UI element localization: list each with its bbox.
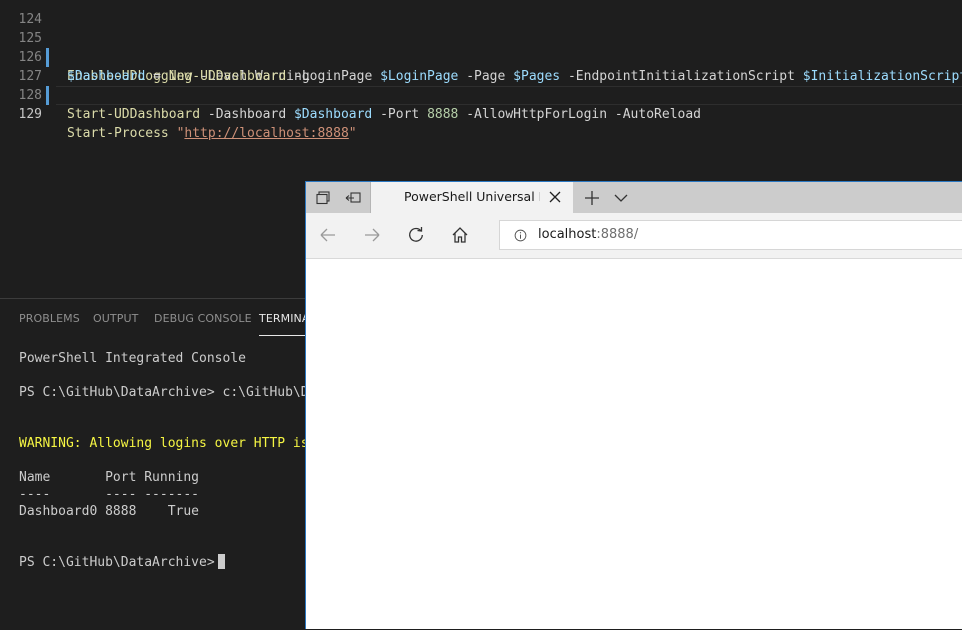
code-token: " [168,126,185,141]
code-token: Start-UDDashboard [67,107,201,122]
code-token: " [348,126,357,141]
new-tab-icon[interactable] [579,186,605,210]
tab-terminal[interactable]: TERMINA [259,312,310,325]
tab-debug-console[interactable]: DEBUG CONSOLE [154,312,252,325]
refresh-icon [409,227,423,242]
terminal-prompt: PS C:\GitHub\DataArchive> [19,555,215,570]
info-icon[interactable] [514,229,527,242]
tab-problems[interactable]: PROBLEMS [19,312,80,325]
terminal-title: PowerShell Integrated Console [19,351,246,366]
address-bar[interactable]: localhost:8888/ [499,220,962,250]
set-tabs-aside-button[interactable] [340,186,366,210]
terminal-cursor [217,554,225,569]
back-button[interactable] [316,223,340,247]
code-text: Start-UDDashboard -Dashboard $Dashboard … [67,105,701,124]
arrow-left-icon [320,228,335,242]
active-tab-indicator [259,335,309,336]
browser-tab-title: PowerShell Universal Da [404,189,540,204]
editor-line[interactable]: 127 Start-UDDashboard -Dashboard $Dashbo… [0,48,962,122]
url-path: :8888/ [596,227,639,242]
code-token: -AllowHttpForLogin -AutoReload [458,107,702,122]
browser-window: PowerShell Universal Da localhost:8888/ [305,181,962,629]
terminal-table-header: Name Port Running [19,470,200,485]
code-text: Start-Process "http://localhost:8888" [67,124,357,143]
code-token: -Port [372,107,428,122]
forward-button[interactable] [360,223,384,247]
terminal-prompt-line: PS C:\GitHub\DataArchive> [19,554,225,571]
editor-line[interactable]: 124 [0,0,962,27]
refresh-button[interactable] [404,223,428,247]
code-token: Start-Process [67,126,169,141]
page-viewport[interactable] [306,259,962,629]
terminal-warning: WARNING: Allowing logins over HTTP is in… [19,436,340,451]
url-text: localhost:8888/ [538,227,638,242]
home-button[interactable] [448,223,472,247]
tab-output[interactable]: OUTPUT [93,312,138,325]
editor-line[interactable]: 129 Start-Process "http://localhost:8888… [0,86,962,141]
home-icon [452,227,468,243]
close-icon[interactable] [547,189,563,205]
browser-nav-bar: localhost:8888/ [306,213,962,259]
editor-line[interactable]: 126 $Dashboard = New-UDDashboard -LoginP… [0,29,962,84]
url-host: localhost [538,227,597,242]
terminal-line: PS C:\GitHub\DataArchive> c:\GitHub\Data… [19,385,340,400]
chevron-down-icon[interactable] [610,186,632,210]
browser-tab[interactable]: PowerShell Universal Da [371,182,573,213]
editor-line[interactable]: 125 Enable-UDLogging -Level Warning [0,10,962,84]
code-token: 8888 [427,107,459,122]
code-token: -Dashboard [200,107,294,122]
tabs-aside-icon [345,192,361,203]
terminal-table-separator: ---- ---- ------- [19,487,200,502]
editor-line[interactable]: 128 [0,67,962,103]
tab-preview-button[interactable] [310,186,336,210]
code-link[interactable]: http://localhost:8888 [184,126,348,141]
line-number: 129 [18,107,42,122]
code-token: $Dashboard [293,107,373,122]
browser-tab-bar: PowerShell Universal Da [306,182,962,213]
terminal-table-row: Dashboard0 8888 True [19,504,200,519]
arrow-right-icon [365,228,380,242]
tab-preview-icon [316,191,330,205]
